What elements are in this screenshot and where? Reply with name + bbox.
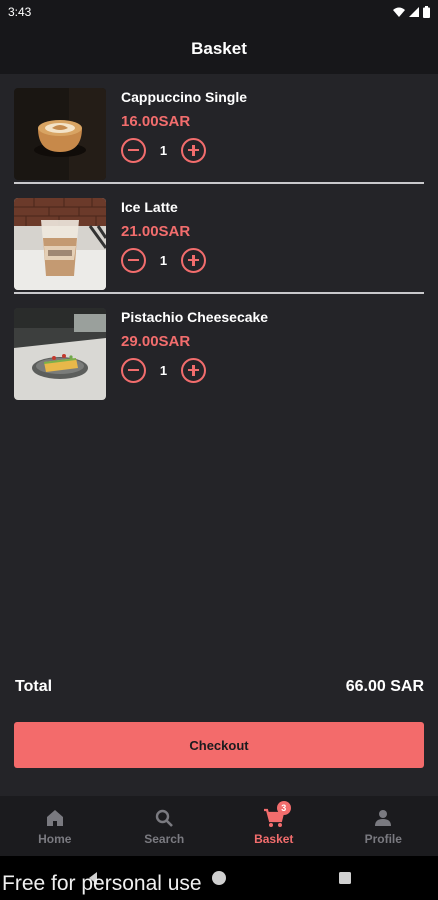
quantity-value: 1 [159,362,168,378]
cart-count-badge: 3 [276,800,291,815]
nav-item-home[interactable]: Home [0,796,110,856]
home-icon [46,809,63,826]
basket-item: Pistachio Cheesecake 29.00SAR 1 [0,294,438,404]
decrease-quantity-button[interactable] [121,357,146,383]
ice-latte-photo[interactable] [14,198,106,290]
nav-item-search[interactable]: Search [110,796,220,856]
item-name: Pistachio Cheesecake [121,309,269,325]
cart-icon-wrapper: 3 [263,800,291,829]
decrease-quantity-button[interactable] [121,247,146,273]
item-price: 29.00SAR [121,333,191,350]
quantity-stepper: 1 [121,357,206,383]
signal-icon [409,7,419,17]
page-title: Basket [191,39,247,58]
status-time: 3:43 [8,5,32,19]
nav-item-basket[interactable]: 3 Basket [219,796,329,856]
basket-list: Cappuccino Single 16.00SAR 1 Ice Latte 2… [0,74,438,404]
nav-label: Basket [254,831,294,846]
decrease-quantity-button[interactable] [121,137,146,163]
quantity-value: 1 [159,252,168,268]
nav-label: Home [38,831,72,846]
bottom-nav: Home Search 3 Basket Profile [0,796,438,856]
quantity-stepper: 1 [121,137,206,163]
battery-icon [423,6,430,18]
total-value: 66.00 SAR [345,678,424,695]
status-bar: 3:43 [0,0,438,24]
person-icon [375,809,392,826]
wifi-icon [393,7,405,17]
nav-label: Search [144,831,185,846]
item-price: 16.00SAR [121,113,191,130]
search-icon [156,809,174,827]
basket-item: Cappuccino Single 16.00SAR 1 [0,74,438,184]
total-row: Total 66.00 SAR [15,678,424,696]
home-circle-icon[interactable] [211,870,227,886]
quantity-value: 1 [159,142,168,158]
app-bar: Basket [0,24,438,74]
increase-quantity-button[interactable] [181,137,206,163]
item-name: Ice Latte [121,199,178,215]
item-name: Cappuccino Single [121,89,248,105]
recents-icon[interactable] [337,870,353,886]
watermark-text: Free for personal use [2,872,202,895]
cappuccino-photo[interactable] [14,88,106,180]
total-label: Total [15,678,53,695]
increase-quantity-button[interactable] [181,357,206,383]
item-price: 21.00SAR [121,223,191,240]
basket-item: Ice Latte 21.00SAR 1 [0,184,438,294]
cheesecake-photo[interactable] [14,308,106,400]
status-icons [393,6,430,18]
increase-quantity-button[interactable] [181,247,206,273]
nav-item-profile[interactable]: Profile [329,796,438,856]
nav-label: Profile [364,831,402,846]
checkout-button[interactable]: Checkout [14,722,424,768]
quantity-stepper: 1 [121,247,206,273]
